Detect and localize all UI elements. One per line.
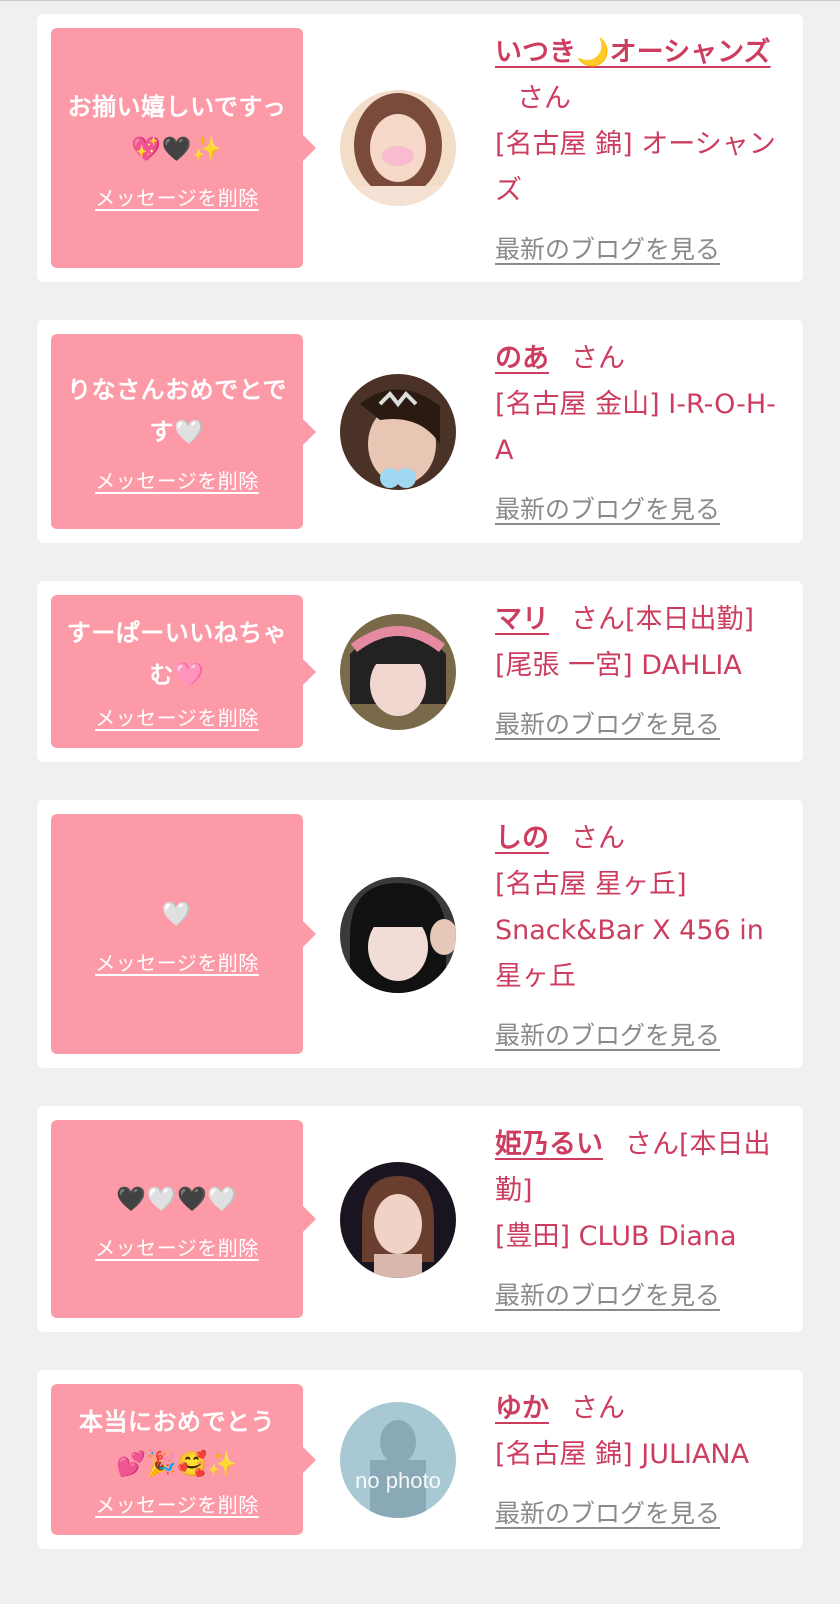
message-card: お揃い嬉しいですっ 💖🖤✨ メッセージを削除 いつき🌙オーシャンズさん [名古屋… [37, 14, 803, 282]
message-bubble: 本当におめでとう 💕🎉🥰✨ メッセージを削除 [51, 1384, 316, 1535]
message-text: お揃い嬉しいですっ 💖🖤✨ [67, 92, 287, 163]
message-text: 🖤🤍🖤🤍 [116, 1184, 238, 1213]
message-bubble: 🖤🤍🖤🤍 メッセージを削除 [51, 1120, 316, 1318]
cast-name-link[interactable]: のあ [495, 343, 549, 374]
message-text: すーぱーいいねちゃむ🩷 [66, 619, 288, 689]
avatar[interactable] [340, 877, 456, 993]
honorific: さん [517, 83, 571, 114]
shop-text: [名古屋 錦] JULIANA [495, 1439, 750, 1470]
message-bubble: 🤍 メッセージを削除 [51, 814, 316, 1054]
honorific: さん [571, 1393, 625, 1424]
message-card: 🖤🤍🖤🤍 メッセージを削除 姫乃るい さん[本日出勤] [豊田] CLUB Dia… [37, 1106, 803, 1332]
latest-blog-link[interactable]: 最新のブログを見る [495, 705, 720, 745]
no-photo-text: no photo [355, 1468, 441, 1493]
message-card: すーぱーいいねちゃむ🩷 メッセージを削除 マリ さん[本日出勤] [尾張 一宮] … [37, 581, 803, 762]
message-bubble: すーぱーいいねちゃむ🩷 メッセージを削除 [51, 595, 316, 748]
cast-info: しの さん [名古屋 星ヶ丘] Snack&Bar X 456 in 星ヶ丘 最新… [495, 816, 789, 1056]
delete-message-link[interactable]: メッセージを削除 [95, 465, 259, 494]
cast-info: ゆか さん [名古屋 錦] JULIANA 最新のブログを見る [495, 1386, 789, 1534]
top-divider [0, 0, 840, 1]
cast-name-link[interactable]: しの [495, 823, 549, 854]
cast-info: 姫乃るい さん[本日出勤] [豊田] CLUB Diana 最新のブログを見る [495, 1122, 789, 1316]
avatar[interactable] [340, 90, 456, 206]
honorific: さん[本日出勤] [571, 604, 755, 635]
avatar[interactable] [340, 614, 456, 730]
shop-text: [名古屋 錦] オーシャンズ [495, 129, 776, 206]
cast-info: のあ さん [名古屋 金山] I-R-O-H-A 最新のブログを見る [495, 336, 789, 530]
cast-name-link[interactable]: マリ [495, 604, 549, 635]
avatar[interactable] [340, 1162, 456, 1278]
message-card: 本当におめでとう 💕🎉🥰✨ メッセージを削除 no photo ゆか さん [名古… [37, 1370, 803, 1549]
latest-blog-link[interactable]: 最新のブログを見る [495, 1016, 720, 1056]
shop-text: [名古屋 星ヶ丘] Snack&Bar X 456 in 星ヶ丘 [495, 869, 764, 992]
latest-blog-link[interactable]: 最新のブログを見る [495, 1276, 720, 1316]
delete-message-link[interactable]: メッセージを削除 [95, 702, 259, 731]
delete-message-link[interactable]: メッセージを削除 [95, 947, 259, 976]
no-photo-avatar[interactable]: no photo [340, 1402, 456, 1518]
cast-name-link[interactable]: いつき🌙オーシャンズ [495, 37, 771, 68]
cast-info: マリ さん[本日出勤] [尾張 一宮] DAHLIA 最新のブログを見る [495, 597, 789, 745]
message-card: りなさんおめでとです🤍 メッセージを削除 のあ さん [名古屋 金山] I-R-O… [37, 320, 803, 543]
delete-message-link[interactable]: メッセージを削除 [95, 1489, 259, 1518]
latest-blog-link[interactable]: 最新のブログを見る [495, 1494, 720, 1534]
message-bubble: りなさんおめでとです🤍 メッセージを削除 [51, 334, 316, 529]
message-bubble: お揃い嬉しいですっ 💖🖤✨ メッセージを削除 [51, 28, 316, 268]
avatar[interactable] [340, 374, 456, 490]
shop-text: [豊田] CLUB Diana [495, 1221, 737, 1252]
delete-message-link[interactable]: メッセージを削除 [95, 1232, 259, 1261]
cast-name-link[interactable]: ゆか [495, 1393, 549, 1424]
message-text: りなさんおめでとです🤍 [67, 376, 287, 446]
message-text: 🤍 [161, 899, 193, 928]
shop-text: [名古屋 金山] I-R-O-H-A [495, 389, 776, 466]
delete-message-link[interactable]: メッセージを削除 [95, 182, 259, 211]
shop-text: [尾張 一宮] DAHLIA [495, 650, 742, 681]
cast-info: いつき🌙オーシャンズさん [名古屋 錦] オーシャンズ 最新のブログを見る [495, 30, 789, 270]
cast-name-link[interactable]: 姫乃るい [495, 1129, 603, 1160]
latest-blog-link[interactable]: 最新のブログを見る [495, 490, 720, 530]
message-text: 本当におめでとう 💕🎉🥰✨ [79, 1408, 275, 1478]
honorific: さん [571, 823, 625, 854]
honorific: さん [571, 343, 625, 374]
message-card: 🤍 メッセージを削除 しの さん [名古屋 星ヶ丘] Snack&Bar X 45… [37, 800, 803, 1068]
latest-blog-link[interactable]: 最新のブログを見る [495, 230, 720, 270]
